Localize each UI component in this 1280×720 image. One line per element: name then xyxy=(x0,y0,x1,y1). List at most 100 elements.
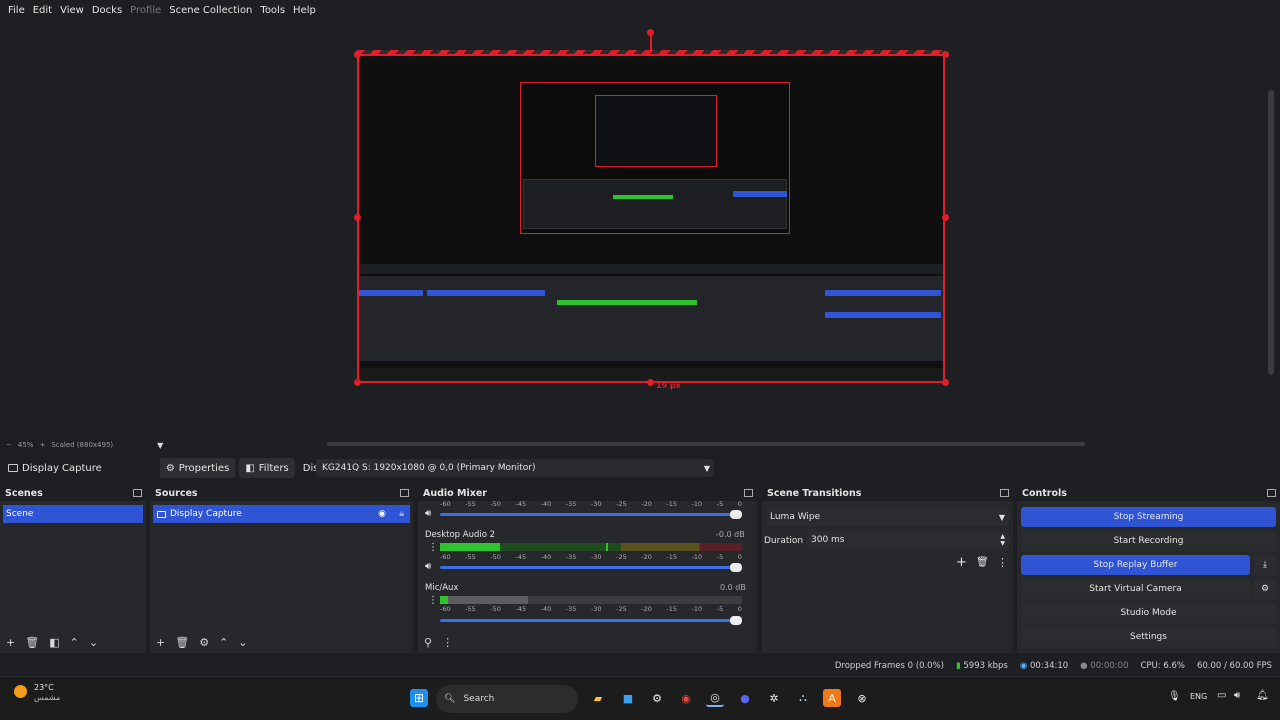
menu-profile[interactable]: Profile xyxy=(126,0,165,22)
resize-handle-tl[interactable] xyxy=(354,51,361,58)
add-transition-icon[interactable]: + xyxy=(956,555,967,570)
move-down-icon[interactable]: ⌄ xyxy=(238,636,247,649)
scene-item[interactable]: Scene xyxy=(3,505,143,523)
notification-bell-icon[interactable]: 🔔︎ xyxy=(1256,690,1269,701)
scaled-label: Scaled (880x495) xyxy=(51,441,114,449)
volume-knob[interactable] xyxy=(730,563,742,572)
preview-horizontal-scrollbar[interactable] xyxy=(327,442,1085,446)
weather-desc[interactable]: مشمس xyxy=(34,693,60,702)
stop-replay-buffer-button[interactable]: Stop Replay Buffer xyxy=(1021,555,1250,575)
undock-icon[interactable] xyxy=(133,489,142,497)
menu-file[interactable]: File xyxy=(4,0,29,22)
start-virtual-camera-button[interactable]: Start Virtual Camera xyxy=(1021,579,1250,599)
remove-scene-icon[interactable]: 🗑 xyxy=(25,636,39,649)
language-indicator[interactable]: ENG xyxy=(1190,692,1207,701)
remove-transition-icon[interactable]: 🗑 xyxy=(976,557,989,568)
cpu-usage: CPU: 6.6% xyxy=(1140,661,1185,671)
search-box[interactable]: 🔍︎ Search xyxy=(436,685,578,713)
undock-icon[interactable] xyxy=(400,489,409,497)
menu-tools[interactable]: Tools xyxy=(256,0,289,22)
taskbar: 23°C مشمس ⊞ 🔍︎ Search ▰ ■ ⚙ ◉ ◎ ● ✲ ⛬ A ⊗… xyxy=(0,676,1280,720)
menu-bar: File Edit View Docks Profile Scene Colle… xyxy=(0,0,1280,22)
speaker-icon[interactable]: 🔊︎ xyxy=(425,508,431,519)
channel-menu-icon[interactable]: ⋮ xyxy=(428,595,438,606)
undock-icon[interactable] xyxy=(1267,489,1276,497)
sources-dock: Sources Display Capture ◉ 🔒︎ + 🗑 ⚙ ⌃ ⌄ xyxy=(150,485,413,653)
file-explorer-icon[interactable]: ▰ xyxy=(589,689,607,707)
duration-spinbox[interactable]: 300 ms ▲ ▼ xyxy=(806,531,1009,549)
audio-mixer-dock: Audio Mixer ⚲ ⋮ xyxy=(418,485,757,653)
volume-slider[interactable] xyxy=(440,510,742,519)
speaker-icon[interactable]: 🔊︎ xyxy=(425,561,431,572)
move-down-icon[interactable]: ⌄ xyxy=(89,636,98,649)
overwatch-icon[interactable]: ⊗ xyxy=(853,689,871,707)
recording-time: ● 00:00:00 xyxy=(1080,661,1129,671)
preview-canvas[interactable] xyxy=(357,54,945,383)
zoom-out-icon[interactable]: − xyxy=(6,441,12,449)
store-icon[interactable]: ■ xyxy=(619,689,637,707)
obs-icon[interactable]: ◎ xyxy=(706,689,724,707)
windows-start-icon[interactable]: ⊞ xyxy=(410,689,428,707)
transition-select[interactable]: Luma Wipe ▼ xyxy=(766,508,1009,526)
resize-handle-b[interactable] xyxy=(647,379,654,386)
chrome-icon[interactable]: ◉ xyxy=(677,689,695,707)
weather-sun-icon[interactable] xyxy=(14,685,27,698)
save-replay-icon[interactable]: ⤓ xyxy=(1254,555,1276,575)
resize-handle-r[interactable] xyxy=(942,214,949,221)
zoom-dropdown-icon[interactable]: ▼ xyxy=(157,441,163,450)
transition-menu-icon[interactable]: ⋮ xyxy=(997,556,1008,569)
move-up-icon[interactable]: ⌃ xyxy=(70,636,79,649)
gear-app-icon[interactable]: ✲ xyxy=(765,689,783,707)
menu-scene-collection[interactable]: Scene Collection xyxy=(165,0,256,22)
resize-handle-l[interactable] xyxy=(354,214,361,221)
network-icon[interactable]: ▭ xyxy=(1217,690,1226,701)
display-select[interactable]: KG241Q S: 1920x1080 @ 0,0 (Primary Monit… xyxy=(316,459,714,477)
add-source-icon[interactable]: + xyxy=(156,636,165,649)
source-item[interactable]: Display Capture ◉ 🔒︎ xyxy=(153,505,410,523)
studio-mode-button[interactable]: Studio Mode xyxy=(1021,603,1276,623)
menu-help[interactable]: Help xyxy=(289,0,320,22)
start-recording-button[interactable]: Start Recording xyxy=(1021,531,1276,551)
weather-temp[interactable]: 23°C xyxy=(34,683,54,692)
microphone-icon[interactable]: 🎙︎ xyxy=(1168,691,1181,702)
resize-handle-tr[interactable] xyxy=(942,51,949,58)
settings-button[interactable]: Settings xyxy=(1021,627,1276,647)
mixer-menu-icon[interactable]: ⋮ xyxy=(442,636,453,649)
filters-button[interactable]: ◧ Filters xyxy=(239,458,295,478)
properties-button[interactable]: ⚙ Properties xyxy=(159,458,236,478)
lock-icon[interactable]: 🔒︎ xyxy=(399,509,404,519)
menu-edit[interactable]: Edit xyxy=(29,0,56,22)
steam-icon[interactable]: ⛬ xyxy=(794,689,812,707)
volume-knob[interactable] xyxy=(730,616,742,625)
rotation-handle[interactable] xyxy=(647,29,654,36)
spin-arrows-icon[interactable]: ▲ ▼ xyxy=(1000,533,1005,547)
preview-vertical-scrollbar[interactable] xyxy=(1268,90,1274,375)
advanced-audio-icon[interactable]: ⚲ xyxy=(424,636,432,649)
undock-icon[interactable] xyxy=(1000,489,1009,497)
volume-knob[interactable] xyxy=(730,510,742,519)
menu-view[interactable]: View xyxy=(56,0,88,22)
undock-icon[interactable] xyxy=(744,489,753,497)
virtual-camera-settings-icon[interactable]: ⚙ xyxy=(1254,579,1276,599)
volume-icon[interactable]: 🔊︎ xyxy=(1234,690,1240,701)
channel-name: Desktop Audio 2 xyxy=(425,530,496,540)
menu-docks[interactable]: Docks xyxy=(88,0,126,22)
move-up-icon[interactable]: ⌃ xyxy=(219,636,228,649)
add-scene-icon[interactable]: + xyxy=(6,636,15,649)
stop-streaming-button[interactable]: Stop Streaming xyxy=(1021,507,1276,527)
volume-slider[interactable] xyxy=(440,616,742,625)
resize-handle-br[interactable] xyxy=(942,379,949,386)
resize-handle-bl[interactable] xyxy=(354,379,361,386)
dropped-frames: Dropped Frames 0 (0.0%) xyxy=(834,661,944,671)
zoom-in-icon[interactable]: + xyxy=(39,441,45,449)
source-properties-icon[interactable]: ⚙ xyxy=(199,636,209,649)
remove-source-icon[interactable]: 🗑 xyxy=(175,636,189,649)
visibility-eye-icon[interactable]: ◉ xyxy=(378,509,386,519)
context-source-name: Display Capture xyxy=(22,462,102,474)
scene-filters-icon[interactable]: ◧ xyxy=(49,636,59,649)
volume-slider[interactable] xyxy=(440,563,742,572)
settings-gear-icon[interactable]: ⚙ xyxy=(648,689,666,707)
app-icon[interactable]: A xyxy=(823,689,841,707)
channel-menu-icon[interactable]: ⋮ xyxy=(428,542,438,553)
discord-icon[interactable]: ● xyxy=(736,689,754,707)
